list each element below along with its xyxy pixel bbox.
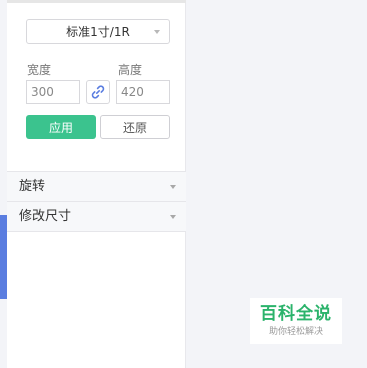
section-resize[interactable]: 修改尺寸 bbox=[7, 201, 186, 231]
section-rotate-label: 旋转 bbox=[19, 179, 46, 194]
width-input[interactable]: 300 bbox=[26, 80, 80, 104]
section-rotate[interactable]: 旋转 bbox=[7, 171, 186, 201]
height-label: 高度 bbox=[118, 63, 143, 77]
chain-link-icon bbox=[91, 85, 105, 99]
chevron-down-icon bbox=[170, 215, 176, 219]
left-accent-bar bbox=[0, 215, 7, 299]
apply-button[interactable]: 应用 bbox=[26, 115, 96, 139]
section-resize-label: 修改尺寸 bbox=[19, 209, 72, 224]
panel-top-divider bbox=[7, 0, 186, 3]
section-divider bbox=[7, 231, 186, 232]
watermark-subtitle: 助你轻松解决 bbox=[268, 327, 323, 337]
height-input[interactable]: 420 bbox=[116, 80, 170, 104]
preset-size-select[interactable]: 标准1寸/1R bbox=[26, 19, 170, 44]
lock-ratio-button[interactable] bbox=[86, 80, 110, 104]
watermark-logo: 百科全说 助你轻松解决 bbox=[250, 298, 342, 344]
reset-button[interactable]: 还原 bbox=[100, 115, 170, 139]
chevron-down-icon bbox=[154, 30, 160, 34]
watermark-title: 百科全说 bbox=[260, 304, 332, 324]
preset-size-value: 标准1寸/1R bbox=[66, 25, 130, 39]
chevron-down-icon bbox=[170, 185, 176, 189]
width-label: 宽度 bbox=[27, 63, 52, 77]
